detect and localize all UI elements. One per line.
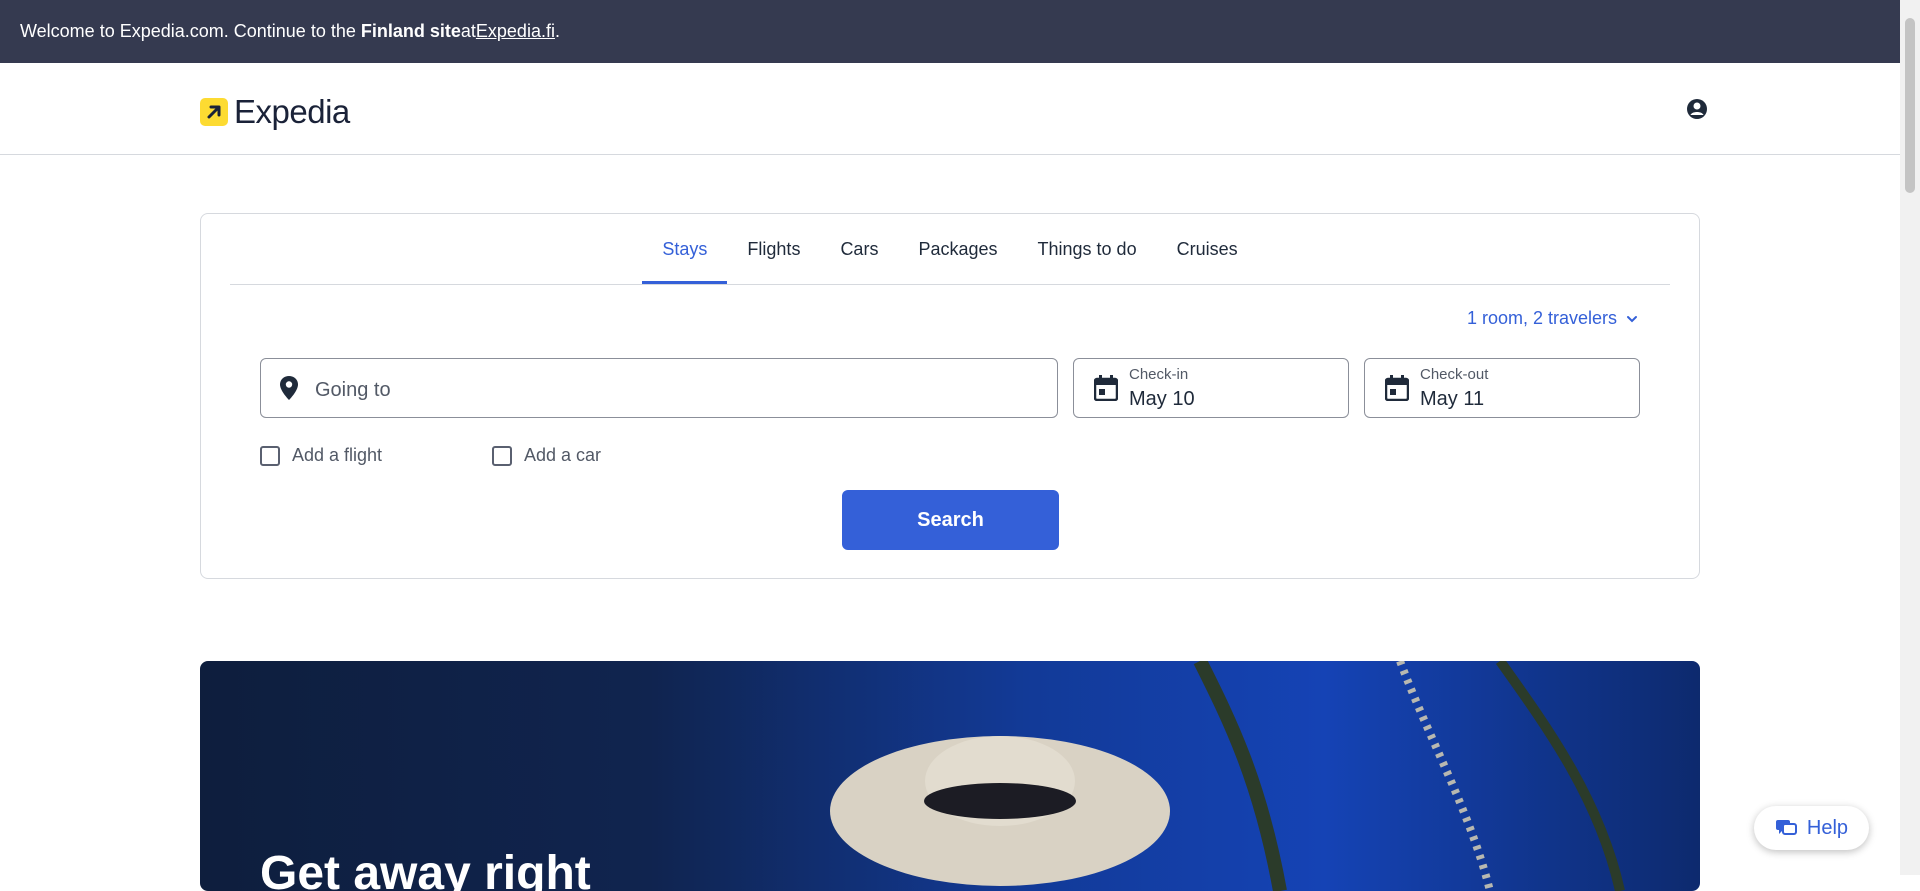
checkbox-box[interactable]	[260, 445, 280, 466]
banner-site-name: Finland site	[360, 21, 461, 41]
add-flight-checkbox[interactable]: Add a flight	[260, 445, 382, 466]
search-button[interactable]: Search	[842, 490, 1059, 550]
account-icon[interactable]	[1686, 98, 1708, 120]
search-card: Stays Flights Cars Packages Things to do…	[200, 213, 1700, 579]
add-car-label: Add a car	[524, 445, 602, 465]
add-flight-label: Add a flight	[292, 445, 383, 465]
check-out-field[interactable]: Check-out May 11	[1364, 358, 1640, 418]
expedia-logo[interactable]: Expedia	[200, 93, 350, 131]
hero-title: Get away right	[260, 847, 591, 891]
travelers-selector[interactable]: 1 room, 2 travelers	[1467, 308, 1639, 329]
travelers-label: 1 room, 2 travelers	[1466, 308, 1617, 328]
calendar-icon	[1094, 375, 1118, 401]
scrollbar-thumb[interactable]	[1905, 18, 1915, 193]
chat-icon	[1775, 820, 1797, 835]
check-in-label: Check-in	[1129, 366, 1189, 383]
banner-link[interactable]: Expedia.fi	[476, 21, 555, 42]
logo-arrow-icon	[200, 98, 228, 126]
going-to-placeholder: Going to	[315, 379, 391, 401]
check-in-value: May 10	[1129, 388, 1195, 410]
banner-at: at	[460, 21, 476, 41]
hero-banner[interactable]: Get away right	[200, 661, 1700, 891]
tab-packages[interactable]: Packages	[898, 214, 1017, 284]
help-label: Help	[1806, 816, 1849, 839]
calendar-icon	[1385, 375, 1409, 401]
location-pin-icon	[280, 376, 298, 400]
logo-text: Expedia	[234, 93, 350, 130]
checkbox-box[interactable]	[492, 445, 512, 466]
tab-stays[interactable]: Stays	[642, 214, 728, 284]
help-button[interactable]: Help	[1754, 806, 1869, 850]
check-out-value: May 11	[1420, 388, 1485, 410]
site-header: Expedia	[0, 63, 1900, 155]
site-banner: Welcome to Expedia.com. Continue to the …	[0, 0, 1900, 63]
tab-cars[interactable]: Cars	[820, 214, 898, 284]
check-out-label: Check-out	[1420, 366, 1489, 383]
tab-things-to-do[interactable]: Things to do	[1018, 214, 1157, 284]
tab-cruises[interactable]: Cruises	[1157, 214, 1258, 284]
banner-suffix: .	[554, 21, 560, 41]
scrollbar[interactable]	[1900, 0, 1920, 875]
banner-text: Welcome to Expedia.com. Continue to the	[20, 21, 356, 41]
check-in-field[interactable]: Check-in May 10	[1073, 358, 1349, 418]
tab-flights[interactable]: Flights	[727, 214, 820, 284]
search-tabs: Stays Flights Cars Packages Things to do…	[230, 214, 1670, 285]
going-to-input[interactable]: Going to	[260, 358, 1058, 418]
add-car-checkbox[interactable]: Add a car	[492, 445, 601, 466]
chevron-down-icon	[1627, 315, 1637, 322]
